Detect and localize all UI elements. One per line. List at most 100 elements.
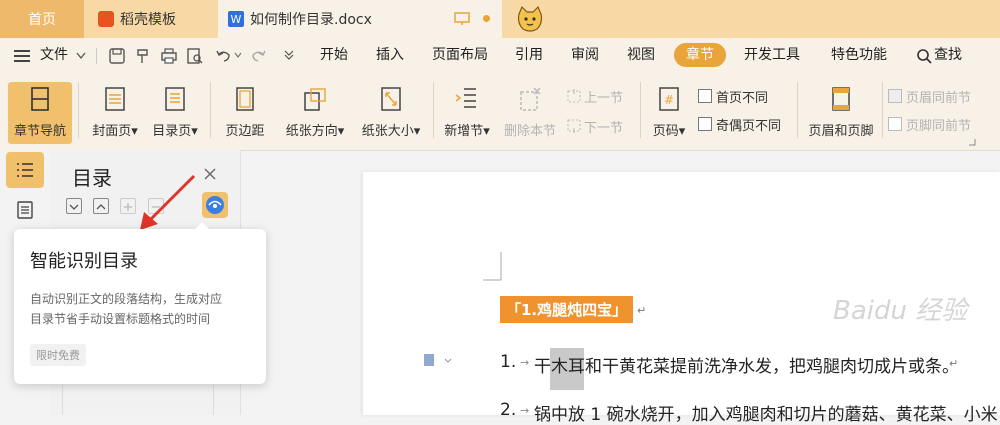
cat-mascot-icon[interactable] xyxy=(515,5,545,33)
page-list-icon[interactable] xyxy=(16,201,34,219)
delete-section-label: 删除本节 xyxy=(503,124,556,139)
tab-home-label: 首页 xyxy=(28,12,56,28)
orientation-label: 纸张方向▾ xyxy=(285,124,345,139)
chevron-down-icon xyxy=(69,204,79,210)
smart-toc-button[interactable] xyxy=(202,192,228,218)
odd-even-diff-label: 奇偶页不同 xyxy=(716,118,782,134)
tooltip-body-line1: 自动识别正文的段落结构，生成对应 xyxy=(30,292,223,306)
toc-page-label: 目录页▾ xyxy=(152,124,198,139)
chapter-nav-button[interactable]: 章节导航 xyxy=(8,82,72,144)
delete-section-icon xyxy=(520,87,541,111)
tab-document-label: 如何制作目录.docx xyxy=(250,12,372,28)
next-section-button[interactable]: 下一节 xyxy=(566,116,623,136)
print-preview-icon[interactable] xyxy=(186,47,204,65)
page-number-icon: # xyxy=(659,87,679,111)
header-same-checkbox[interactable]: 页眉同前节 xyxy=(888,86,971,106)
paper-size-label: 纸张大小▾ xyxy=(361,124,421,139)
tab-template[interactable]: 稻壳模板 xyxy=(86,0,216,38)
orientation-button[interactable]: 纸张方向▾ xyxy=(280,82,350,144)
odd-even-diff-checkbox[interactable]: 奇偶页不同 xyxy=(698,114,781,134)
expand-all-button[interactable] xyxy=(93,198,109,214)
undo-dropdown-icon[interactable] xyxy=(234,52,242,58)
margins-label: 页边距 xyxy=(225,124,265,139)
list-item-2[interactable]: 锅中放 1 碗水烧开，加入鸡腿肉和切片的蘑菇、黄花菜、小米 xyxy=(534,400,998,425)
ribbon-divider xyxy=(433,82,434,138)
tab-mark: → xyxy=(520,404,530,417)
tooltip-pointer xyxy=(193,222,211,231)
list-number-2: 2. xyxy=(500,400,517,420)
toc-panel-toggle[interactable] xyxy=(6,152,44,188)
menu-bar: 文件 开始 插入 页面布局 引用 审阅 视图 章节 开发工具 特色功能 查找 xyxy=(0,38,1000,72)
next-section-label: 下一节 xyxy=(584,120,624,136)
tab-bar: 首页 稻壳模板 W 如何制作目录.docx xyxy=(0,0,1000,38)
tab-template-label: 稻壳模板 xyxy=(120,12,176,28)
menu-page-layout[interactable]: 页面布局 xyxy=(432,38,488,72)
print-icon[interactable] xyxy=(160,47,178,65)
first-page-diff-label: 首页不同 xyxy=(716,90,769,106)
page-number-button[interactable]: # 页码▾ xyxy=(646,82,692,144)
doc-heading[interactable]: 「1.鸡腿炖四宝」 xyxy=(500,296,634,323)
chevron-down-icon[interactable] xyxy=(76,52,86,60)
chapter-nav-label: 章节导航 xyxy=(13,124,66,139)
free-badge: 限时免费 xyxy=(30,344,86,366)
toc-page-button[interactable]: 目录页▾ xyxy=(146,82,204,144)
footer-same-label: 页脚同前节 xyxy=(906,118,972,134)
menu-file[interactable]: 文件 xyxy=(40,38,68,72)
tooltip-body-line2: 目录节省手动设置标题格式的时间 xyxy=(30,312,211,326)
list-number-1: 1. xyxy=(500,352,517,372)
first-page-diff-checkbox[interactable]: 首页不同 xyxy=(698,86,768,106)
cover-page-button[interactable]: 封面页▾ xyxy=(86,82,144,144)
paragraph-mark: ↵ xyxy=(637,304,647,317)
redo-icon[interactable] xyxy=(250,47,268,65)
menu-start[interactable]: 开始 xyxy=(320,38,348,72)
search-icon[interactable] xyxy=(916,48,932,64)
svg-text:#: # xyxy=(664,93,674,107)
menu-view[interactable]: 视图 xyxy=(627,38,655,72)
menu-insert[interactable]: 插入 xyxy=(376,38,404,72)
paragraph-mark: ↵ xyxy=(949,357,959,370)
header-footer-label: 页眉和页脚 xyxy=(808,124,874,139)
hamburger-icon[interactable] xyxy=(14,49,32,63)
prev-section-icon xyxy=(567,89,581,103)
more-dropdown-icon[interactable] xyxy=(284,50,294,60)
toc-page-icon xyxy=(165,87,185,111)
collapse-all-button[interactable] xyxy=(66,198,82,214)
search-button[interactable]: 查找 xyxy=(934,38,962,72)
header-footer-icon xyxy=(832,87,850,111)
menu-review[interactable]: 审阅 xyxy=(571,38,599,72)
paper-size-button[interactable]: 纸张大小▾ xyxy=(355,82,427,144)
tab-document[interactable]: W 如何制作目录.docx xyxy=(218,0,502,38)
new-section-label: 新增节▾ xyxy=(444,124,490,139)
new-section-icon xyxy=(455,88,476,108)
panel-list-area xyxy=(62,385,214,415)
panel-title: 目录 xyxy=(72,166,112,190)
present-icon[interactable] xyxy=(454,12,470,26)
orientation-icon xyxy=(304,88,326,111)
cover-page-label: 封面页▾ xyxy=(92,124,138,139)
undo-icon[interactable] xyxy=(214,47,232,65)
tab-home[interactable]: 首页 xyxy=(0,0,84,38)
close-icon[interactable] xyxy=(204,168,216,180)
menu-developer[interactable]: 开发工具 xyxy=(744,38,800,72)
header-footer-button[interactable]: 页眉和页脚 xyxy=(802,82,880,144)
menu-special[interactable]: 特色功能 xyxy=(831,38,887,72)
save-icon[interactable] xyxy=(108,47,126,65)
chevron-up-icon xyxy=(96,204,106,210)
menu-reference[interactable]: 引用 xyxy=(515,38,543,72)
margins-button[interactable]: 页边距 xyxy=(216,82,274,144)
delete-section-button[interactable]: 删除本节 xyxy=(500,82,560,144)
next-section-icon xyxy=(567,119,581,133)
ribbon-divider xyxy=(640,82,641,138)
paragraph-handle-icon[interactable] xyxy=(423,352,453,368)
checkbox-icon xyxy=(698,117,712,131)
new-section-button[interactable]: 新增节▾ xyxy=(438,82,496,144)
format-painter-icon[interactable] xyxy=(134,47,152,65)
smart-toc-tooltip: 智能识别目录 自动识别正文的段落结构，生成对应 目录节省手动设置标题格式的时间 … xyxy=(14,222,266,384)
menu-chapter[interactable]: 章节 xyxy=(674,43,726,67)
divider xyxy=(96,48,97,64)
footer-same-checkbox[interactable]: 页脚同前节 xyxy=(888,114,971,134)
expand-group-icon[interactable] xyxy=(968,138,976,146)
document-page[interactable]: 「1.鸡腿炖四宝」 ↵ 1. → 干木耳和干黄花菜提前洗净水发，把鸡腿肉切成片或… xyxy=(363,172,1000,425)
prev-section-button[interactable]: 上一节 xyxy=(566,86,623,106)
list-item-1[interactable]: 干木耳和干黄花菜提前洗净水发，把鸡腿肉切成片或条。 xyxy=(534,352,959,377)
